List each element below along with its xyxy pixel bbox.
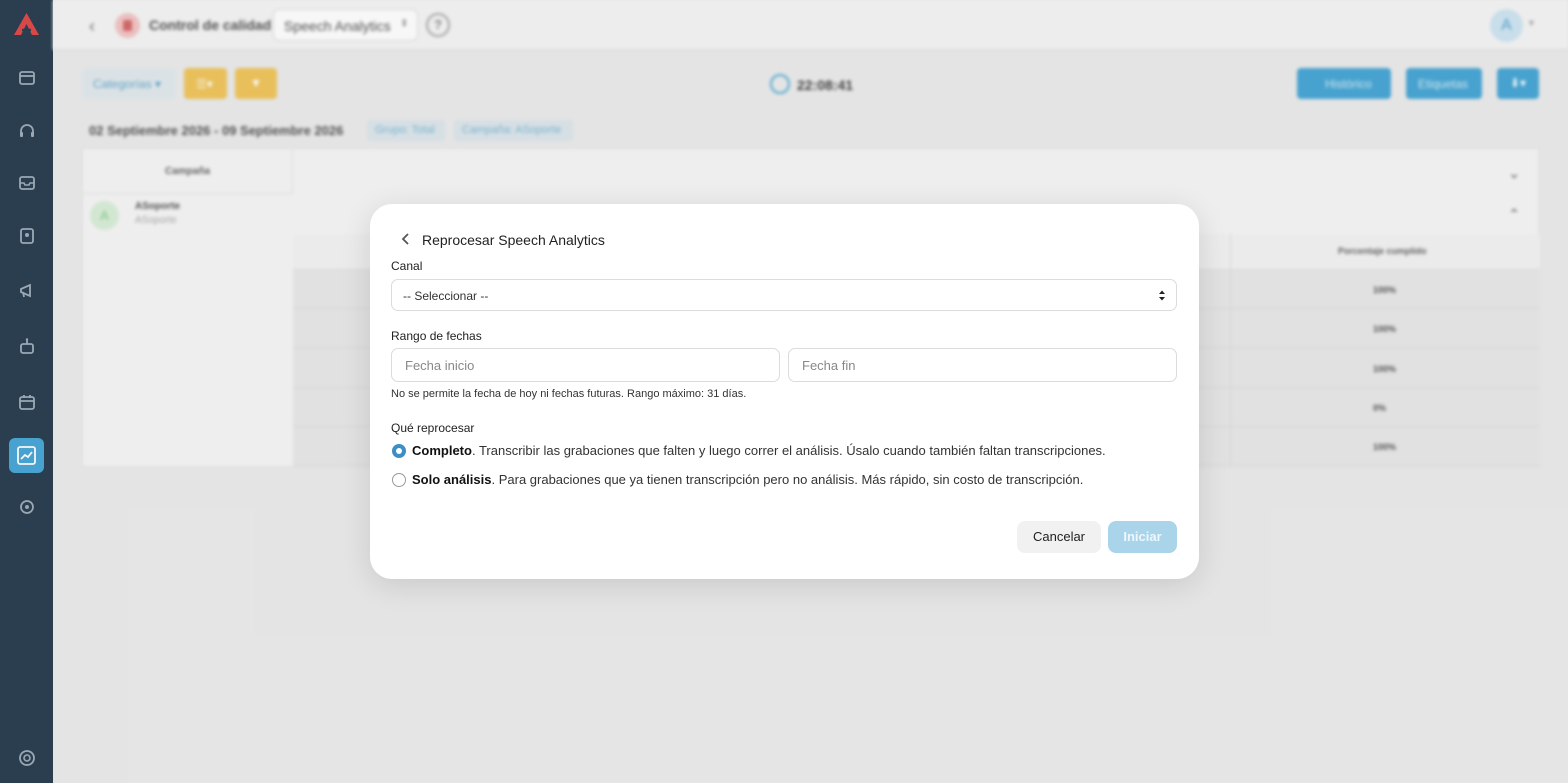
channel-label: Canal: [391, 259, 423, 273]
complete-option-title: Completo: [412, 443, 472, 458]
process-type-label: Qué reprocesar: [391, 421, 475, 435]
back-chevron-icon[interactable]: [398, 231, 414, 247]
complete-option-text[interactable]: Completo. Transcribir las grabaciones qu…: [412, 443, 1106, 458]
reprocess-modal: Reprocesar Speech Analytics Canal -- Sel…: [370, 204, 1199, 579]
analysis-only-option-title: Solo análisis: [412, 472, 492, 487]
channel-select-value: -- Seleccionar --: [403, 289, 489, 303]
start-date-input[interactable]: [391, 348, 780, 382]
channel-select[interactable]: -- Seleccionar --: [391, 279, 1177, 311]
start-button[interactable]: Iniciar: [1108, 521, 1177, 553]
date-range-label: Rango de fechas: [391, 329, 482, 343]
modal-title: Reprocesar Speech Analytics: [422, 232, 605, 248]
end-date-input[interactable]: [788, 348, 1177, 382]
date-help-text: No se permite la fecha de hoy ni fechas …: [391, 388, 747, 400]
analysis-only-option-text[interactable]: Solo análisis. Para grabaciones que ya t…: [412, 472, 1083, 487]
analysis-only-option-desc: . Para grabaciones que ya tienen transcr…: [491, 472, 1084, 487]
select-arrows-icon: [1159, 290, 1165, 301]
complete-radio[interactable]: [392, 444, 406, 458]
complete-option-desc: . Transcribir las grabaciones que falten…: [471, 443, 1106, 458]
analysis-only-radio[interactable]: [392, 473, 406, 487]
cancel-button[interactable]: Cancelar: [1017, 521, 1101, 553]
